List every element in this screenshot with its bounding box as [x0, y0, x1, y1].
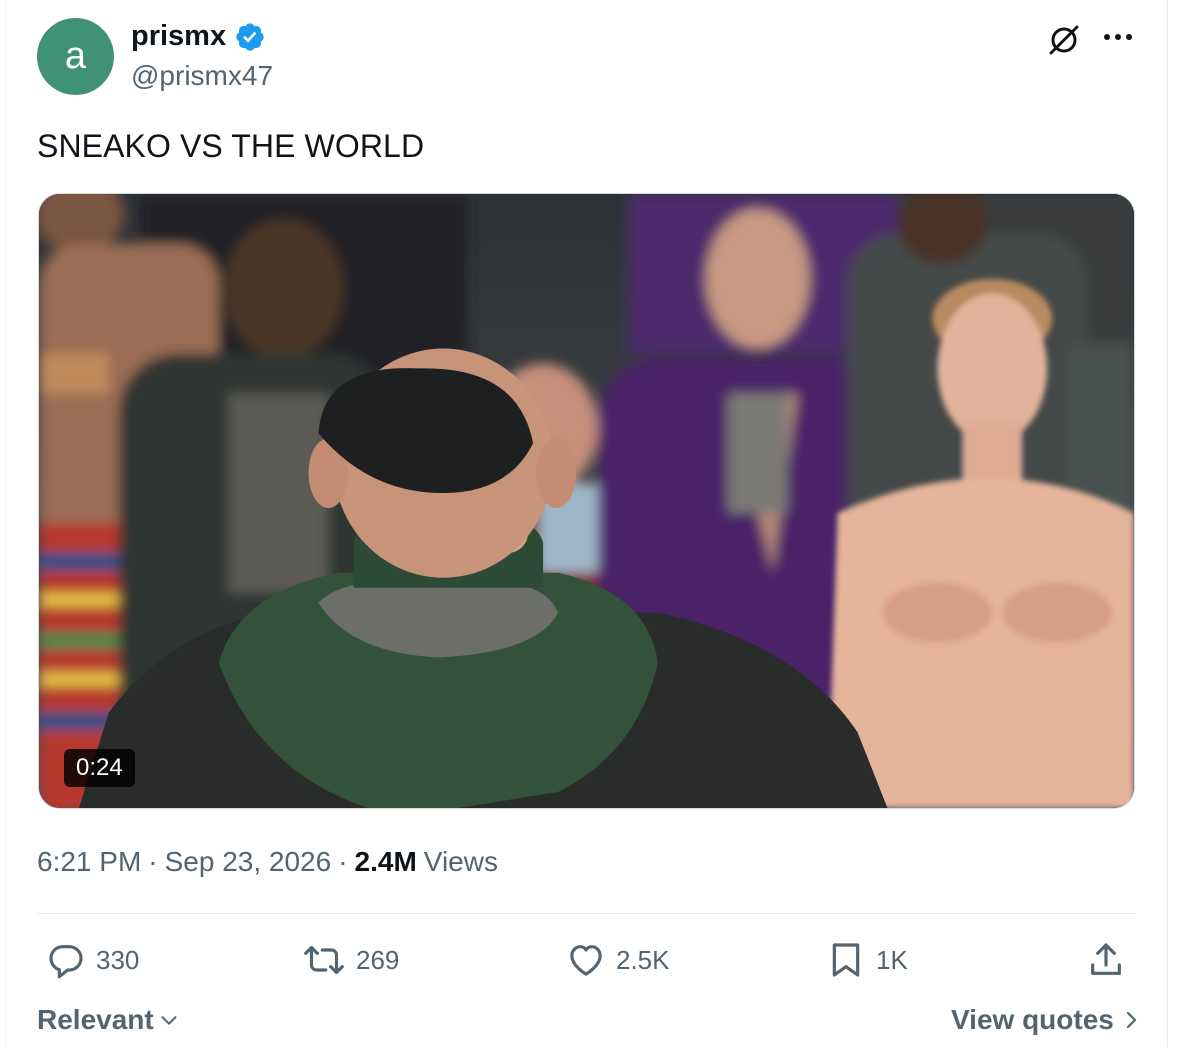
tweet-time[interactable]: 6:21 PM: [37, 846, 141, 878]
share-button[interactable]: [1086, 940, 1126, 980]
views-count[interactable]: 2.4M: [355, 846, 417, 878]
sort-label: Relevant: [37, 1004, 154, 1035]
view-quotes-label: View quotes: [951, 1004, 1114, 1035]
chevron-down-icon: [161, 1016, 177, 1025]
bookmark-button[interactable]: 1K: [826, 940, 908, 980]
video-duration-badge: 0:24: [64, 749, 135, 787]
meta-separator: ·: [338, 846, 348, 877]
repost-count: 269: [356, 944, 400, 975]
tweet-text: SNEAKO VS THE WORLD: [37, 128, 425, 164]
reply-icon: [49, 945, 83, 979]
sort-replies-dropdown[interactable]: Relevant: [37, 1004, 180, 1036]
display-name[interactable]: prismx: [131, 20, 226, 53]
frame-border-right: [1167, 0, 1168, 1047]
meta-separator: ·: [148, 846, 158, 877]
grok-icon: [1049, 25, 1079, 55]
author-handle[interactable]: @prismx47: [131, 60, 273, 92]
bookmark-count: 1K: [876, 944, 908, 975]
repost-button[interactable]: 269: [302, 940, 399, 980]
like-count: 2.5K: [616, 944, 670, 975]
like-button[interactable]: 2.5K: [566, 940, 670, 980]
author-name-row[interactable]: prismx: [131, 20, 266, 53]
like-icon: [570, 945, 602, 976]
more-icon: [1104, 34, 1132, 40]
tweet-meta: 6:21 PM · Sep 23, 2026 · 2.4M Views: [37, 846, 498, 878]
views-label: Views: [423, 846, 498, 877]
frame-border-left: [5, 0, 6, 1047]
avatar-letter: a: [64, 35, 87, 77]
bookmark-icon: [832, 943, 860, 977]
share-icon: [1091, 943, 1121, 975]
grok-button[interactable]: [1044, 20, 1084, 60]
verified-badge-icon: [236, 22, 264, 51]
view-quotes-link[interactable]: View quotes: [951, 1004, 1140, 1036]
reply-count: 330: [96, 944, 140, 975]
divider: [37, 913, 1135, 914]
repost-icon: [304, 945, 344, 975]
chevron-right-icon: [1126, 1011, 1136, 1029]
reply-button[interactable]: 330: [46, 940, 139, 980]
video-player[interactable]: 0:24: [38, 193, 1135, 809]
video-thumbnail: [39, 194, 1134, 808]
more-options-button[interactable]: [1100, 22, 1136, 52]
tweet-date[interactable]: Sep 23, 2026: [165, 846, 332, 878]
avatar[interactable]: a: [37, 18, 114, 95]
